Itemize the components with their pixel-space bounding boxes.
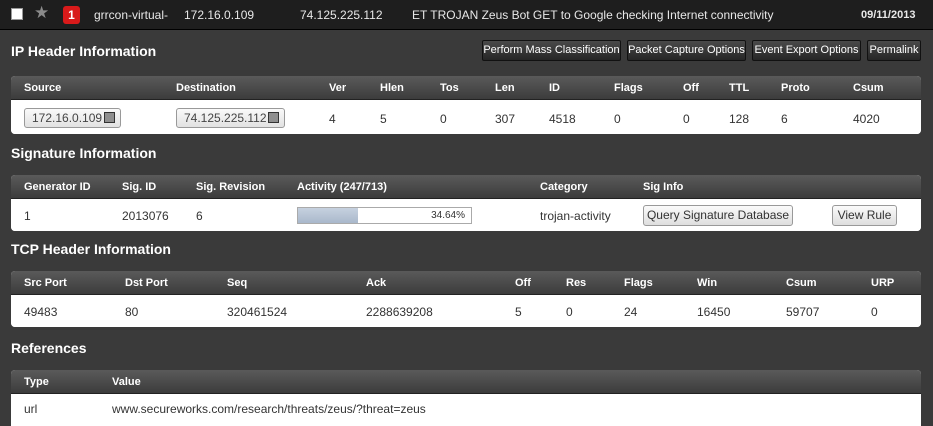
src-port-value: 49483 bbox=[24, 305, 58, 319]
col-csum: Csum bbox=[853, 82, 884, 94]
flags-value: 0 bbox=[614, 112, 621, 126]
col-proto: Proto bbox=[781, 82, 810, 94]
tcp-csum-value: 59707 bbox=[786, 305, 820, 319]
dst-port-value: 80 bbox=[125, 305, 139, 319]
col-value: Value bbox=[112, 376, 141, 388]
proto-value: 6 bbox=[781, 112, 788, 126]
col-src-port: Src Port bbox=[24, 277, 67, 289]
col-id: ID bbox=[549, 82, 560, 94]
res-value: 0 bbox=[566, 305, 573, 319]
col-sig-info: Sig Info bbox=[643, 181, 684, 193]
event-source-ip: 172.16.0.109 bbox=[184, 8, 255, 22]
col-sig-revision: Sig. Revision bbox=[196, 181, 266, 193]
col-source: Source bbox=[24, 82, 62, 94]
ack-value: 2288639208 bbox=[366, 305, 433, 319]
signature-columns: Generator ID Sig. ID Sig. Revision Activ… bbox=[11, 175, 921, 199]
tcp-off-value: 5 bbox=[515, 305, 522, 319]
destination-ip-value: 74.125.225.112 bbox=[184, 111, 267, 125]
event-row[interactable]: ★ 1 grrcon-virtual- 172.16.0.109 74.125.… bbox=[0, 0, 933, 30]
square-icon bbox=[104, 112, 115, 123]
references-table: Type Value url www.secureworks.com/resea… bbox=[11, 370, 921, 426]
activity-percent: 34.64% bbox=[431, 210, 465, 221]
col-sig-id: Sig. ID bbox=[122, 181, 157, 193]
reference-row: url www.secureworks.com/research/threats… bbox=[11, 394, 921, 426]
signature-title: Signature Information bbox=[11, 145, 157, 161]
col-ack: Ack bbox=[366, 277, 387, 289]
col-off: Off bbox=[683, 82, 699, 94]
signature-table: Generator ID Sig. ID Sig. Revision Activ… bbox=[11, 175, 921, 231]
sensor-name: grrcon-virtual- bbox=[94, 8, 169, 22]
tcp-header-columns: Src Port Dst Port Seq Ack Off Res Flags … bbox=[11, 271, 921, 295]
select-event-checkbox-icon[interactable] bbox=[11, 8, 23, 20]
ip-header-title: IP Header Information bbox=[11, 43, 157, 59]
tcp-header-row: 49483 80 320461524 2288639208 5 0 24 164… bbox=[11, 295, 921, 327]
ip-header-table: Source Destination Ver Hlen Tos Len ID F… bbox=[11, 76, 921, 134]
signature-row: 1 2013076 6 34.64% trojan-activity Query… bbox=[11, 199, 921, 231]
col-seq: Seq bbox=[227, 277, 248, 289]
col-ver: Ver bbox=[329, 82, 347, 94]
col-category: Category bbox=[540, 181, 588, 193]
off-value: 0 bbox=[683, 112, 690, 126]
packet-capture-options-button[interactable]: Packet Capture Options bbox=[627, 40, 746, 61]
col-tos: Tos bbox=[440, 82, 459, 94]
ip-header-row: 172.16.0.109 74.125.225.112 4 5 0 307 45… bbox=[11, 100, 921, 134]
tcp-flags-value: 24 bbox=[624, 305, 638, 319]
ttl-value: 128 bbox=[729, 112, 750, 126]
reference-type: url bbox=[24, 402, 38, 416]
ver-value: 4 bbox=[329, 112, 336, 126]
event-signature: ET TROJAN Zeus Bot GET to Google checkin… bbox=[412, 8, 774, 22]
activity-progress-fill bbox=[298, 208, 358, 223]
generator-id-value: 1 bbox=[24, 209, 31, 223]
len-value: 307 bbox=[495, 112, 516, 126]
col-win: Win bbox=[697, 277, 718, 289]
seq-value: 320461524 bbox=[227, 305, 288, 319]
col-generator-id: Generator ID bbox=[24, 181, 91, 193]
col-tcp-off: Off bbox=[515, 277, 531, 289]
tcp-header-title: TCP Header Information bbox=[11, 241, 171, 257]
col-len: Len bbox=[495, 82, 515, 94]
col-activity: Activity (247/713) bbox=[297, 181, 387, 193]
col-res: Res bbox=[566, 277, 587, 289]
col-flags: Flags bbox=[614, 82, 643, 94]
col-urp: URP bbox=[871, 277, 895, 289]
category-value: trojan-activity bbox=[540, 209, 611, 223]
priority-badge: 1 bbox=[63, 6, 80, 24]
col-hlen: Hlen bbox=[380, 82, 404, 94]
event-date: 09/11/2013 bbox=[861, 9, 916, 21]
activity-progress-bar: 34.64% bbox=[297, 207, 472, 224]
csum-value: 4020 bbox=[853, 112, 880, 126]
col-tcp-flags: Flags bbox=[624, 277, 653, 289]
source-ip-value: 172.16.0.109 bbox=[32, 111, 103, 125]
col-destination: Destination bbox=[176, 82, 236, 94]
query-signature-database-button[interactable]: Query Signature Database bbox=[643, 205, 793, 226]
event-export-options-button[interactable]: Event Export Options bbox=[752, 40, 861, 61]
win-value: 16450 bbox=[697, 305, 731, 319]
event-destination-ip: 74.125.225.112 bbox=[300, 8, 383, 22]
tos-value: 0 bbox=[440, 112, 447, 126]
mass-classification-button[interactable]: Perform Mass Classification bbox=[482, 40, 621, 61]
col-tcp-csum: Csum bbox=[786, 277, 817, 289]
urp-value: 0 bbox=[871, 305, 878, 319]
references-columns: Type Value bbox=[11, 370, 921, 394]
sig-revision-value: 6 bbox=[196, 209, 203, 223]
permalink-button[interactable]: Permalink bbox=[867, 40, 921, 61]
destination-ip-button[interactable]: 74.125.225.112 bbox=[176, 108, 285, 128]
ip-header-columns: Source Destination Ver Hlen Tos Len ID F… bbox=[11, 76, 921, 100]
col-dst-port: Dst Port bbox=[125, 277, 168, 289]
references-title: References bbox=[11, 340, 87, 356]
view-rule-button[interactable]: View Rule bbox=[832, 205, 897, 226]
square-icon bbox=[268, 112, 279, 123]
tcp-header-table: Src Port Dst Port Seq Ack Off Res Flags … bbox=[11, 271, 921, 327]
col-type: Type bbox=[24, 376, 49, 388]
hlen-value: 5 bbox=[380, 112, 387, 126]
sig-id-value: 2013076 bbox=[122, 209, 169, 223]
reference-link[interactable]: www.secureworks.com/research/threats/zeu… bbox=[112, 402, 426, 416]
col-ttl: TTL bbox=[729, 82, 750, 94]
favorite-star-icon[interactable]: ★ bbox=[34, 4, 49, 22]
id-value: 4518 bbox=[549, 112, 576, 126]
source-ip-button[interactable]: 172.16.0.109 bbox=[24, 108, 121, 128]
